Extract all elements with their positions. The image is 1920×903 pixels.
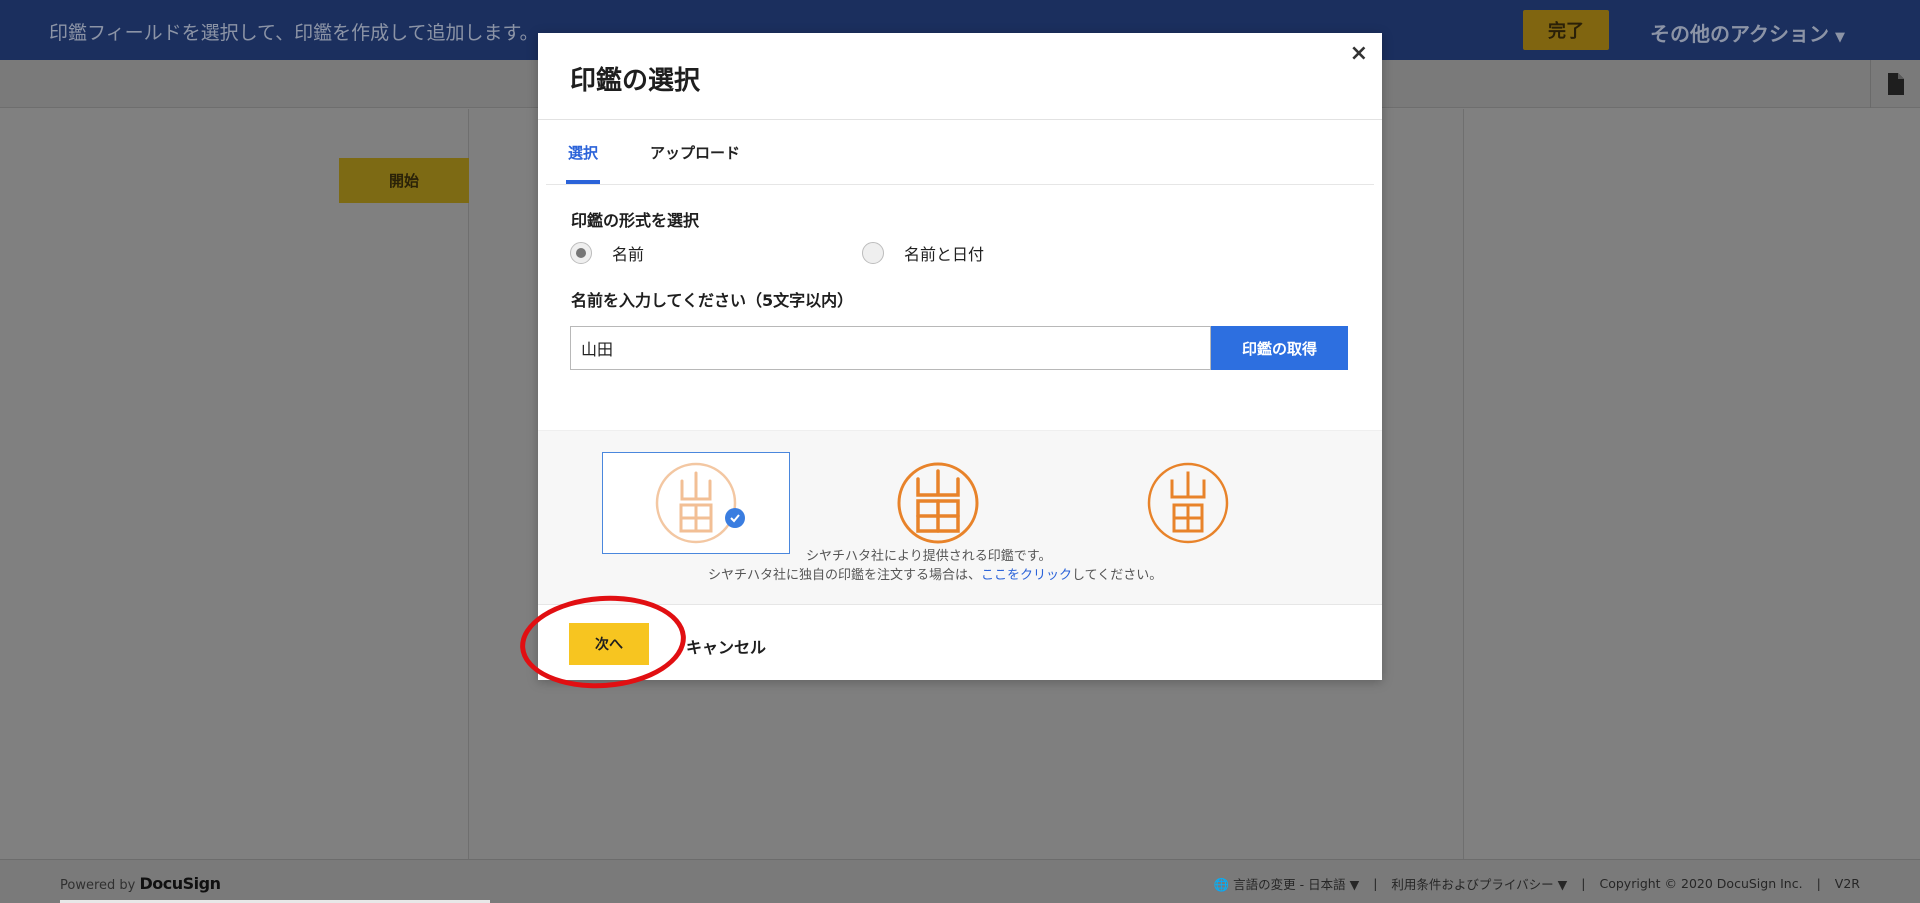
- document-icon: [1887, 73, 1904, 95]
- custom-seal-note-suffix: してください。: [1072, 568, 1163, 583]
- seal-option-1[interactable]: [602, 452, 790, 554]
- seal-preview-area: シヤチハタ社により提供される印鑑です。 シヤチハタ社に独自の印鑑を注文する場合は…: [538, 430, 1382, 605]
- radio-button-selected[interactable]: [570, 242, 592, 264]
- docusign-logo: DocuSign: [139, 874, 222, 893]
- caret-down-icon: ▼: [1349, 877, 1360, 892]
- separator: |: [1816, 876, 1821, 891]
- powered-by: Powered by DocuSign: [60, 874, 221, 893]
- radio-button[interactable]: [862, 242, 884, 264]
- custom-seal-note-text: シヤチハタ社に独自の印鑑を注文する場合は、: [708, 568, 982, 583]
- seal-provider-note: シヤチハタ社により提供される印鑑です。: [806, 549, 1052, 564]
- cancel-button[interactable]: キャンセル: [686, 634, 766, 658]
- caret-down-icon: ▼: [1835, 30, 1845, 45]
- format-option-name-date[interactable]: 名前と日付: [862, 241, 984, 265]
- get-seal-button[interactable]: 印鑑の取得: [1211, 326, 1348, 370]
- tab-select[interactable]: 選択: [565, 120, 601, 184]
- start-tag[interactable]: 開始: [339, 158, 469, 203]
- dialog-title: 印鑑の選択: [570, 66, 701, 96]
- footer-links: 🌐 言語の変更 - 日本語 ▼ | 利用条件およびプライバシー ▼ | Copy…: [1214, 874, 1860, 893]
- custom-seal-note: シヤチハタ社に独自の印鑑を注文する場合は、ここをクリックしてください。: [708, 564, 1162, 583]
- next-button[interactable]: 次へ: [569, 623, 649, 665]
- more-actions-menu[interactable]: その他のアクション ▼: [1650, 18, 1845, 47]
- caret-down-icon: ▼: [1557, 877, 1568, 892]
- seal-stamp-image: [897, 462, 979, 544]
- seal-stamp-image: [655, 462, 737, 544]
- powered-by-text: Powered by: [60, 878, 136, 893]
- version-text: V2R: [1834, 876, 1860, 891]
- terms-label: 利用条件およびプライバシー: [1391, 877, 1554, 892]
- name-input[interactable]: [570, 326, 1211, 370]
- separator: |: [1373, 876, 1378, 891]
- terms-link[interactable]: 利用条件およびプライバシー ▼: [1391, 874, 1567, 893]
- format-option-label: 名前と日付: [904, 245, 985, 264]
- dialog-tabs: 選択 アップロード: [565, 120, 792, 184]
- format-option-label: 名前: [612, 245, 645, 264]
- footer: Powered by DocuSign 🌐 言語の変更 - 日本語 ▼ | 利用…: [0, 859, 1920, 903]
- seal-select-dialog: × 印鑑の選択 選択 アップロード 印鑑の形式を選択 名前 名前と日付 名前を入…: [538, 33, 1382, 680]
- copyright-text: Copyright © 2020 DocuSign Inc.: [1599, 876, 1803, 891]
- language-selector[interactable]: 🌐 言語の変更 - 日本語 ▼: [1214, 874, 1360, 893]
- done-button[interactable]: 完了: [1523, 10, 1609, 50]
- seal-format-label: 印鑑の形式を選択: [571, 211, 700, 230]
- close-icon[interactable]: ×: [1350, 41, 1368, 66]
- tab-upload[interactable]: アップロード: [650, 120, 740, 184]
- separator: |: [1581, 876, 1586, 891]
- divider: [546, 184, 1374, 185]
- globe-icon: 🌐: [1213, 877, 1230, 892]
- instruction-text: 印鑑フィールドを選択して、印鑑を作成して追加します。: [49, 22, 539, 44]
- more-actions-label: その他のアクション: [1650, 22, 1829, 46]
- seal-stamp-image: [1147, 462, 1229, 544]
- format-option-name[interactable]: 名前: [570, 241, 644, 265]
- seal-option-3[interactable]: [1094, 452, 1282, 554]
- check-icon: [725, 508, 745, 528]
- document-view-button[interactable]: [1870, 60, 1920, 108]
- seal-option-2[interactable]: [844, 452, 1032, 554]
- language-label: 言語の変更 - 日本語: [1233, 877, 1346, 892]
- name-input-label: 名前を入力してください（5文字以内）: [571, 291, 854, 310]
- click-here-link[interactable]: ここをクリック: [981, 568, 1072, 583]
